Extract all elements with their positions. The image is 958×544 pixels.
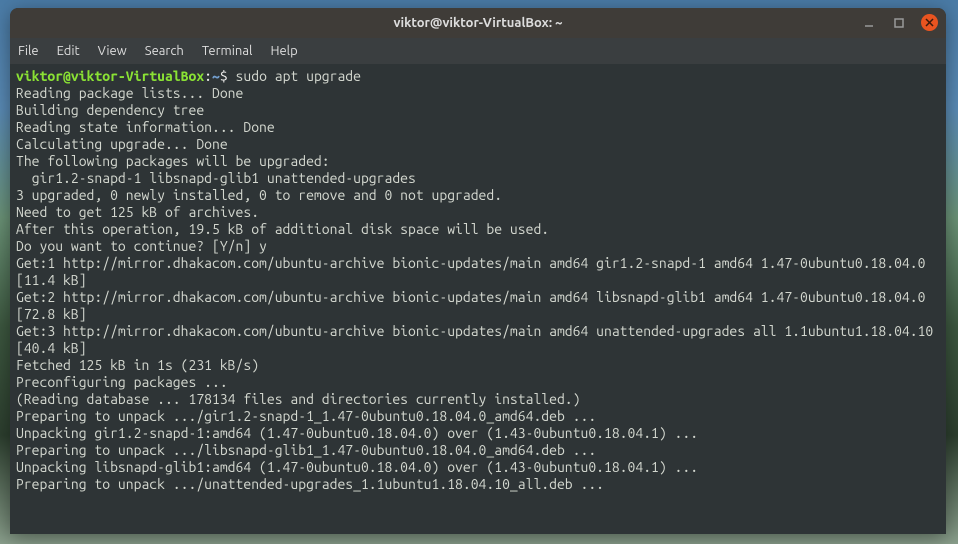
output-line: Building dependency tree xyxy=(16,102,940,119)
output-line: gir1.2-snapd-1 libsnapd-glib1 unattended… xyxy=(16,170,940,187)
output-line: Preparing to unpack .../libsnapd-glib1_1… xyxy=(16,442,940,459)
output-line: 3 upgraded, 0 newly installed, 0 to remo… xyxy=(16,187,940,204)
menu-file[interactable]: File xyxy=(18,44,39,58)
output-line: Preparing to unpack .../gir1.2-snapd-1_1… xyxy=(16,408,940,425)
terminal-output: Reading package lists... DoneBuilding de… xyxy=(16,85,940,493)
titlebar[interactable]: viktor@viktor-VirtualBox: ~ xyxy=(10,8,946,38)
command-text: sudo apt upgrade xyxy=(236,68,361,84)
menu-terminal[interactable]: Terminal xyxy=(202,44,253,58)
output-line: The following packages will be upgraded: xyxy=(16,153,940,170)
prompt-symbol: $ xyxy=(220,68,228,84)
output-line: Calculating upgrade... Done xyxy=(16,136,940,153)
output-line: Get:3 http://mirror.dhakacom.com/ubuntu-… xyxy=(16,323,940,357)
window-title: viktor@viktor-VirtualBox: ~ xyxy=(394,16,563,30)
output-line: Fetched 125 kB in 1s (231 kB/s) xyxy=(16,357,940,374)
output-line: Reading state information... Done xyxy=(16,119,940,136)
close-button[interactable] xyxy=(921,14,938,31)
output-line: After this operation, 19.5 kB of additio… xyxy=(16,221,940,238)
output-line: Unpacking libsnapd-glib1:amd64 (1.47-0ub… xyxy=(16,459,940,476)
menu-edit[interactable]: Edit xyxy=(57,44,80,58)
prompt-colon: : xyxy=(204,68,212,84)
output-line: Preconfiguring packages ... xyxy=(16,374,940,391)
minimize-button[interactable] xyxy=(861,15,877,31)
output-line: (Reading database ... 178134 files and d… xyxy=(16,391,940,408)
terminal-window: viktor@viktor-VirtualBox: ~ File Edit Vi… xyxy=(10,8,946,534)
prompt-line: viktor@viktor-VirtualBox:~$ sudo apt upg… xyxy=(16,68,940,85)
output-line: Preparing to unpack .../unattended-upgra… xyxy=(16,476,940,493)
output-line: Get:2 http://mirror.dhakacom.com/ubuntu-… xyxy=(16,289,940,323)
prompt-path: ~ xyxy=(212,68,220,84)
menu-view[interactable]: View xyxy=(98,44,127,58)
output-line: Reading package lists... Done xyxy=(16,85,940,102)
terminal-body[interactable]: viktor@viktor-VirtualBox:~$ sudo apt upg… xyxy=(10,64,946,497)
prompt-user-host: viktor@viktor-VirtualBox xyxy=(16,68,204,84)
output-line: Do you want to continue? [Y/n] y xyxy=(16,238,940,255)
menu-help[interactable]: Help xyxy=(270,44,297,58)
output-line: Need to get 125 kB of archives. xyxy=(16,204,940,221)
output-line: Get:1 http://mirror.dhakacom.com/ubuntu-… xyxy=(16,255,940,289)
menu-search[interactable]: Search xyxy=(145,44,184,58)
maximize-button[interactable] xyxy=(891,15,907,31)
menubar: File Edit View Search Terminal Help xyxy=(10,38,946,64)
output-line: Unpacking gir1.2-snapd-1:amd64 (1.47-0ub… xyxy=(16,425,940,442)
window-controls xyxy=(861,14,938,31)
